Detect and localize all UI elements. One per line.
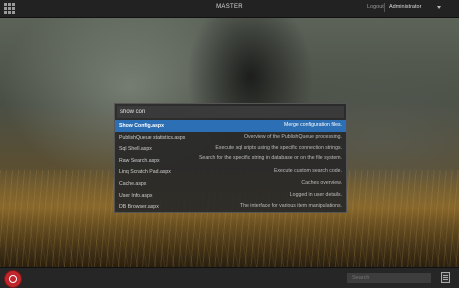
result-name: Raw Search.aspx (119, 157, 160, 164)
top-bar: MASTER Logout Administrator (0, 0, 459, 18)
result-item[interactable]: Sql Shell.aspx Execute sql sripts using … (115, 143, 346, 155)
result-name: PublishQueue statistics.aspx (119, 134, 186, 141)
result-name: Sql Shell.aspx (119, 146, 152, 153)
start-menu-icon[interactable] (4, 270, 22, 288)
result-description: Caches overview. (301, 179, 342, 186)
taskbar-search-input[interactable] (347, 273, 431, 283)
taskbar (0, 267, 459, 288)
result-name: Linq Scratch Pad.aspx (119, 169, 171, 176)
result-name: Show Config.aspx (119, 123, 164, 129)
result-item[interactable]: Raw Search.aspx Search for the specific … (115, 155, 346, 167)
result-description: Logged in user details. (289, 191, 342, 198)
user-menu[interactable]: Administrator (389, 4, 421, 10)
document-list-icon[interactable] (441, 272, 450, 283)
result-name: User Info.aspx (119, 192, 153, 199)
caret-down-icon[interactable] (437, 6, 441, 9)
result-description: Overview of the PublishQueue processing. (243, 133, 342, 140)
result-name: Cache.aspx (119, 180, 147, 187)
result-item[interactable]: Cache.aspx Caches overview. (115, 178, 346, 190)
result-item[interactable]: PublishQueue statistics.aspx Overview of… (115, 132, 346, 144)
result-name: DB Browser.aspx (119, 204, 159, 211)
result-description: Execute custom search code. (273, 168, 342, 175)
search-results-panel: Show Config.aspx Merge configuration fil… (114, 103, 347, 213)
result-item[interactable]: DB Browser.aspx The interface for variou… (115, 201, 346, 213)
result-item[interactable]: User Info.aspx Logged in user details. (115, 190, 346, 202)
command-search-input[interactable] (117, 106, 344, 118)
result-description: Search for the specific string in databa… (198, 154, 342, 161)
results-list: Show Config.aspx Merge configuration fil… (115, 120, 346, 213)
result-item[interactable]: Linq Scratch Pad.aspx Execute custom sea… (115, 166, 346, 178)
result-description: The interface for various item manipulat… (239, 203, 342, 210)
topbar-divider (384, 3, 385, 12)
result-item[interactable]: Show Config.aspx Merge configuration fil… (115, 120, 346, 132)
result-description: Execute sql sripts using the specific co… (215, 145, 342, 152)
logout-link[interactable]: Logout (367, 4, 384, 10)
result-description: Merge configuration files. (284, 122, 342, 128)
